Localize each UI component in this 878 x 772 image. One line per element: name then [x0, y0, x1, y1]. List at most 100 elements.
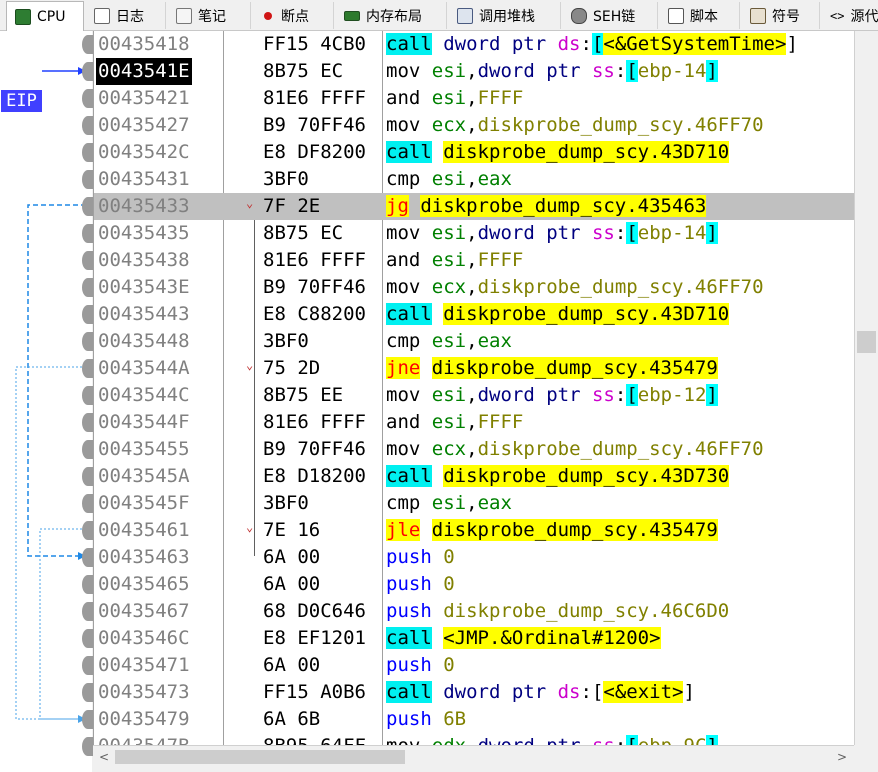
instruction-bytes: B9 70FF46 [263, 438, 366, 460]
operand-token: diskprobe_dump_scy.46FF70 [477, 276, 764, 298]
instruction-row[interactable]: 0043541E 8B75 EC mov esi,dword ptr ss:[ebp… [94, 58, 855, 85]
vertical-scrollbar[interactable] [854, 31, 878, 745]
instruction-row[interactable]: 00435418 FF15 4CB0 call dword ptr ds:[<&Ge… [94, 31, 855, 58]
operand-token: dword ptr [478, 735, 592, 745]
instruction-disasm: and esi,FFFF [386, 409, 523, 436]
operand-token: ] [786, 33, 798, 55]
instruction-row[interactable]: 00435467 68 D0C646 push diskprobe_dump_scy… [94, 598, 855, 625]
mnemonic: mov [386, 222, 421, 244]
instruction-disasm: and esi,FFFF [386, 85, 523, 112]
instruction-row[interactable]: 00435455 B9 70FF46 mov ecx,diskprobe_dump_… [94, 436, 855, 463]
instruction-row[interactable]: 0043545A E8 D18200 call diskprobe_dump_scy… [94, 463, 855, 490]
horizontal-scrollbar[interactable]: < > [93, 745, 854, 770]
instruction-row[interactable]: 00435438 81E6 FFFF and esi,FFFF [94, 247, 855, 274]
instruction-bytes: 3BF0 [263, 330, 309, 352]
instruction-bytes: B9 70FF46 [263, 276, 366, 298]
operand-token: esi [431, 330, 467, 352]
instruction-address: 00435438 [98, 249, 190, 271]
scroll-left-arrow-icon[interactable]: < [95, 748, 113, 766]
instruction-row[interactable]: 00435448 3BF0 cmp esi,eax [94, 328, 855, 355]
tab-script[interactable]: 脚本 [660, 2, 740, 29]
instruction-row[interactable]: 0043544C 8B75 EE mov esi,dword ptr ss:[ebp… [94, 382, 855, 409]
instruction-address: 00435461 [98, 519, 190, 541]
instruction-address: 00435455 [98, 438, 190, 460]
tab-notes[interactable]: 笔记 [168, 2, 251, 29]
instruction-row[interactable]: 00435463 6A 00 push 0 [94, 544, 855, 571]
tab-source[interactable]: <> 源代 [822, 2, 878, 29]
tab-breakpoint[interactable]: 断点 [253, 2, 334, 29]
mnemonic: mov [386, 438, 421, 460]
instruction-disasm: mov ecx,diskprobe_dump_scy.46FF70 [386, 436, 764, 463]
tab-call-stack[interactable]: 调用堆栈 [449, 2, 561, 29]
operand-token [432, 141, 443, 163]
scroll-right-arrow-icon[interactable]: > [833, 748, 851, 766]
instruction-row[interactable]: 0043544F 81E6 FFFF and esi,FFFF [94, 409, 855, 436]
tab-label: 日志 [116, 8, 144, 25]
instruction-row[interactable]: 0043547B 8B95 64FF mov edx,dword ptr ss:[e… [94, 733, 855, 745]
instruction-disasm: mov ecx,diskprobe_dump_scy.46FF70 [386, 274, 764, 301]
instruction-row[interactable]: 0043545F 3BF0 cmp esi,eax [94, 490, 855, 517]
mnemonic: jle [386, 519, 421, 541]
operand-token: , [466, 87, 478, 109]
instruction-row[interactable]: 00435421 81E6 FFFF and esi,FFFF [94, 85, 855, 112]
instruction-row[interactable]: 00435427 B9 70FF46 mov ecx,diskprobe_dump_… [94, 112, 855, 139]
instruction-row[interactable]: 00435473 FF15 A0B6 call dword ptr ds:[<&ex… [94, 679, 855, 706]
instruction-address: 0043545F [98, 492, 190, 514]
instruction-bytes: 6A 00 [263, 546, 321, 568]
operand-token: , [466, 276, 478, 298]
mnemonic: push [386, 708, 432, 730]
operand-token: , [466, 492, 478, 514]
tab-symbols[interactable]: 符号 [742, 2, 820, 29]
mnemonic: mov [386, 276, 421, 298]
instruction-row[interactable]: 0043542C E8 DF8200 call diskprobe_dump_scy… [94, 139, 855, 166]
instruction-address: 0043544A [98, 357, 190, 379]
instruction-row[interactable]: 00435465 6A 00 push 0 [94, 571, 855, 598]
operand-token [432, 303, 443, 325]
operand-token: , [466, 411, 478, 433]
tab-log[interactable]: 日志 [86, 2, 166, 29]
tab-seh-chain[interactable]: SEH链 [563, 2, 658, 29]
operand-token: [ [626, 384, 638, 406]
instruction-row[interactable]: 00435461 ⌄ 7E 16 jle diskprobe_dump_scy.435… [94, 517, 855, 544]
instruction-bytes: 81E6 FFFF [263, 411, 366, 433]
mnemonic: call [386, 33, 432, 55]
instruction-address: 0043542C [98, 141, 190, 163]
horizontal-scroll-thumb[interactable] [115, 750, 405, 764]
instruction-row[interactable]: 00435479 6A 6B push 6B [94, 706, 855, 733]
operand-token: : [615, 735, 626, 745]
instruction-row[interactable]: 0043544A ⌄ 75 2D jne diskprobe_dump_scy.435… [94, 355, 855, 382]
operand-token [420, 438, 431, 460]
instruction-bytes: 7E 16 [263, 519, 321, 541]
instruction-address: 0043547B [98, 733, 190, 745]
disassembly-listing[interactable]: 00435418 FF15 4CB0 call dword ptr ds:[<&Ge… [93, 31, 855, 745]
vertical-scroll-thumb[interactable] [857, 331, 876, 353]
tab-memory-map[interactable]: 内存布局 [336, 2, 447, 29]
operand-token [420, 330, 431, 352]
instruction-row[interactable]: 00435443 E8 C88200 call diskprobe_dump_scy… [94, 301, 855, 328]
operand-token: diskprobe_dump_scy.46C6D0 [443, 600, 730, 622]
instruction-row[interactable]: 00435435 8B75 EC mov esi,dword ptr ss:[ebp… [94, 220, 855, 247]
operand-token: diskprobe_dump_scy.435479 [431, 357, 718, 379]
tab-cpu[interactable]: CPU [6, 1, 84, 31]
instruction-row[interactable]: 00435433 ⌄ 7F 2E jg diskprobe_dump_scy.4354… [94, 193, 855, 220]
tab-label: 调用堆栈 [479, 8, 535, 25]
jump-marker-icon: ⌄ [246, 520, 254, 534]
mnemonic: and [386, 411, 421, 433]
instruction-row[interactable]: 00435431 3BF0 cmp esi,eax [94, 166, 855, 193]
mnemonic: call [386, 465, 432, 487]
operand-token: dword ptr [477, 60, 592, 82]
instruction-row[interactable]: 00435471 6A 00 push 0 [94, 652, 855, 679]
cpu-icon [15, 8, 31, 25]
instruction-row[interactable]: 0043543E B9 70FF46 mov ecx,diskprobe_dump_… [94, 274, 855, 301]
operand-token: dword ptr [443, 33, 558, 55]
instruction-disasm: mov edx,dword ptr ss:[ebp-9C] [386, 733, 718, 745]
operand-token [432, 546, 443, 568]
instruction-disasm: cmp esi,eax [386, 490, 512, 517]
instruction-bytes: FF15 4CB0 [263, 33, 366, 55]
instruction-row[interactable]: 0043546C E8 EF1201 call <JMP.&Ordinal#1200… [94, 625, 855, 652]
instruction-address: 00435421 [98, 87, 190, 109]
operand-token: ] [706, 384, 718, 406]
instruction-disasm: call <JMP.&Ordinal#1200> [386, 625, 661, 652]
operand-token: : [580, 33, 592, 55]
operand-token [432, 681, 443, 703]
